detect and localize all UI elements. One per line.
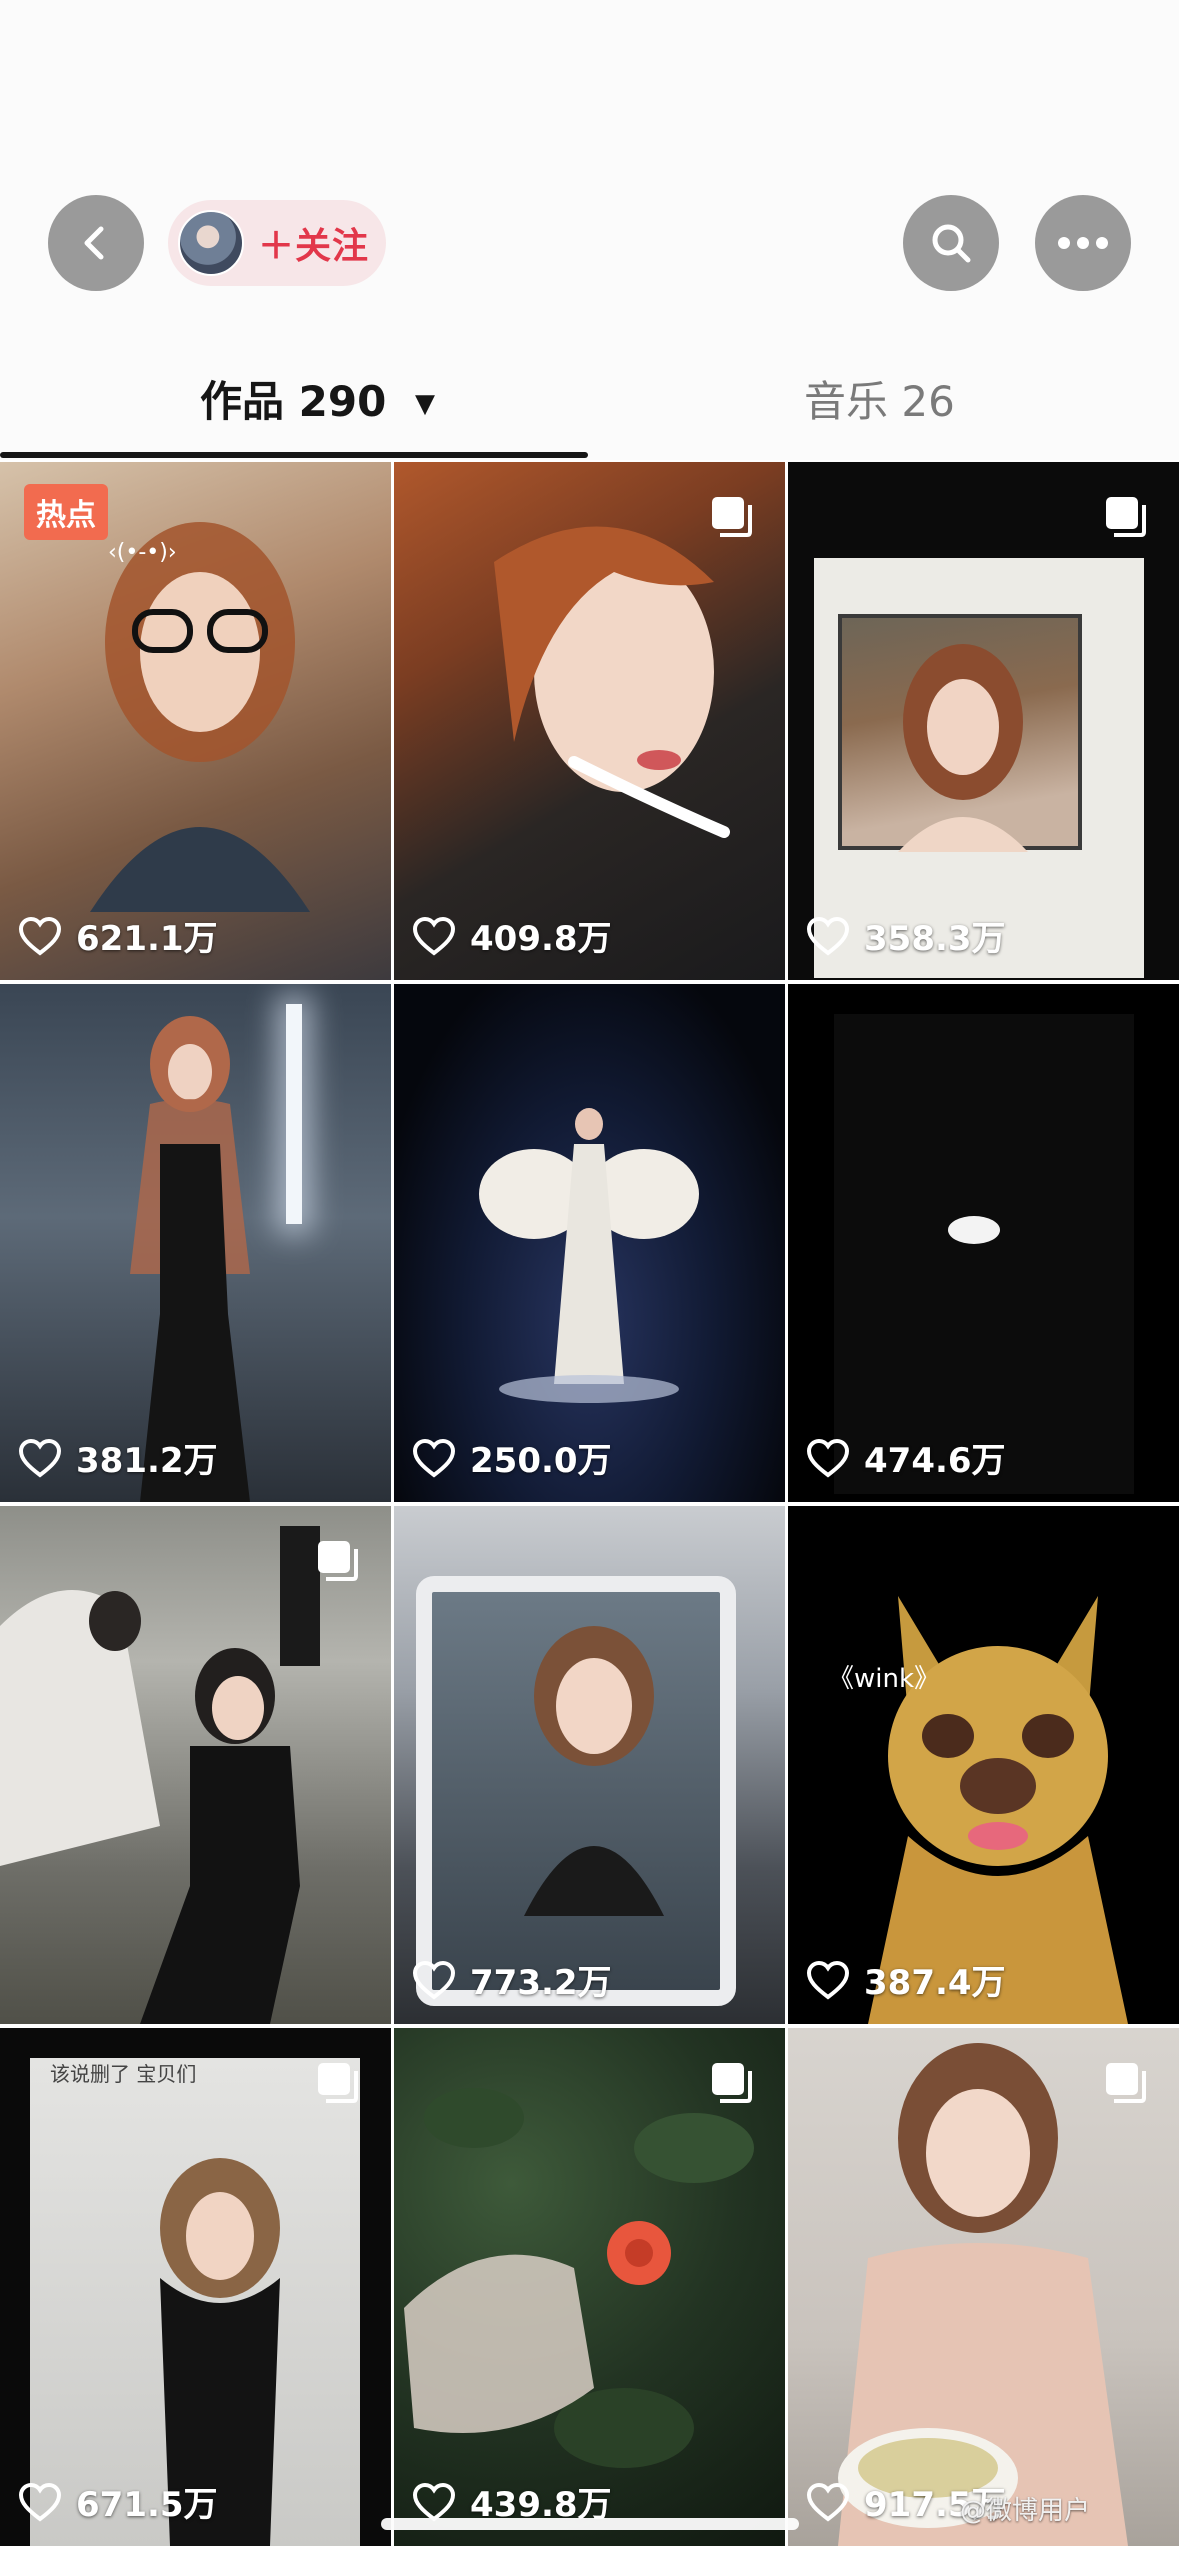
active-tab-indicator <box>0 452 588 458</box>
heart-icon <box>412 1960 456 2000</box>
heart-icon <box>412 1438 456 1478</box>
like-count-value: 773.2万 <box>470 1963 612 2003</box>
heart-icon <box>18 916 62 956</box>
like-count-value: 387.4万 <box>864 1963 1006 2003</box>
multi-image-icon <box>318 1541 358 1581</box>
like-count: 358.3万 <box>806 911 1006 960</box>
like-count-value: 671.5万 <box>76 2485 218 2525</box>
multi-image-icon <box>712 497 752 537</box>
like-count-value: 381.2万 <box>76 1441 218 1481</box>
sticker-text: 该说删了 宝贝们 <box>50 2062 197 2086</box>
like-count: 474.6万 <box>806 1433 1006 1482</box>
like-count: 773.2万 <box>412 1955 612 2004</box>
hot-badge: 热点 <box>24 484 108 540</box>
like-count: 381.2万 <box>18 1433 218 1482</box>
like-count-value: 358.3万 <box>864 919 1006 959</box>
multi-image-icon <box>712 2063 752 2103</box>
tab-music[interactable]: 音乐 26 <box>804 368 955 429</box>
back-button[interactable] <box>48 195 144 291</box>
heart-icon <box>806 2482 850 2522</box>
like-count-value: 474.6万 <box>864 1441 1006 1481</box>
video-thumbnail[interactable]: 热点 ‹(•-•)› 621.1万 <box>0 462 391 980</box>
sticker-text: 《wink》 <box>828 1664 941 1694</box>
like-count-value: 621.1万 <box>76 919 218 959</box>
tab-works-count: 290 <box>298 377 387 426</box>
search-icon <box>932 224 971 263</box>
like-count: 250.0万 <box>412 1433 612 1482</box>
video-thumbnail[interactable]: 358.3万 <box>788 462 1179 980</box>
video-thumbnail[interactable]: 《wink》 387.4万 <box>788 1506 1179 2024</box>
search-button[interactable] <box>903 195 999 291</box>
standing-figure <box>130 1016 250 1502</box>
home-indicator[interactable] <box>381 2518 799 2530</box>
profile-header: ＋关注 作品 290 ▼ 音乐 26 <box>0 0 1179 460</box>
portrait-silhouette <box>494 526 730 838</box>
follow-button[interactable]: ＋关注 <box>168 200 386 286</box>
sticker-text: ‹(•-•)› <box>108 540 177 565</box>
tab-works[interactable]: 作品 290 ▼ <box>200 368 435 429</box>
dropdown-caret-icon: ▼ <box>414 389 435 419</box>
video-thumbnail[interactable]: 439.8万 <box>394 2028 785 2546</box>
heart-icon <box>806 1960 850 2000</box>
like-count: 621.1万 <box>18 911 218 960</box>
multi-image-icon <box>1106 497 1146 537</box>
like-count: 409.8万 <box>412 911 612 960</box>
feather-image <box>948 1216 1000 1244</box>
heart-icon <box>18 2482 62 2522</box>
heart-icon <box>412 916 456 956</box>
multi-image-icon <box>1106 2063 1146 2103</box>
more-options-button[interactable] <box>1035 195 1131 291</box>
like-count: 671.5万 <box>18 2477 218 2526</box>
like-count-value: 409.8万 <box>470 919 612 959</box>
video-thumbnail[interactable]: 474.6万 <box>788 984 1179 1502</box>
video-thumbnail[interactable]: 917.5万 <box>788 2028 1179 2546</box>
multi-image-icon <box>318 2063 358 2103</box>
avatar <box>178 210 244 276</box>
video-thumbnail[interactable] <box>0 1506 391 2024</box>
heart-icon <box>18 1438 62 1478</box>
heart-icon <box>806 1438 850 1478</box>
like-count-value: 250.0万 <box>470 1441 612 1481</box>
portrait-silhouette <box>90 522 310 912</box>
video-thumbnail[interactable]: 381.2万 <box>0 984 391 1502</box>
polaroid-portrait <box>898 644 1028 852</box>
watermark-text: @微博用户 <box>960 2496 1091 2526</box>
video-thumbnail[interactable]: 409.8万 <box>394 462 785 980</box>
like-count: 387.4万 <box>806 1955 1006 2004</box>
angel-figure <box>479 1108 699 1403</box>
behind-the-scenes-photo <box>0 1526 320 2024</box>
heart-icon <box>806 916 850 956</box>
video-thumbnail[interactable]: 773.2万 <box>394 1506 785 2024</box>
video-thumbnail[interactable]: 该说删了 宝贝们 671.5万 <box>0 2028 391 2546</box>
tab-works-label: 作品 <box>200 377 285 426</box>
portrait-in-window <box>524 1626 664 1916</box>
more-dots-icon <box>1058 237 1108 249</box>
video-thumbnail[interactable]: 250.0万 <box>394 984 785 1502</box>
heart-icon <box>412 2482 456 2522</box>
follow-label: ＋关注 <box>258 226 370 267</box>
profile-works-page: ＋关注 作品 290 ▼ 音乐 26 热点 ‹(•-•)› 621.1万 409… <box>0 0 1179 2556</box>
chevron-left-icon <box>84 226 104 260</box>
